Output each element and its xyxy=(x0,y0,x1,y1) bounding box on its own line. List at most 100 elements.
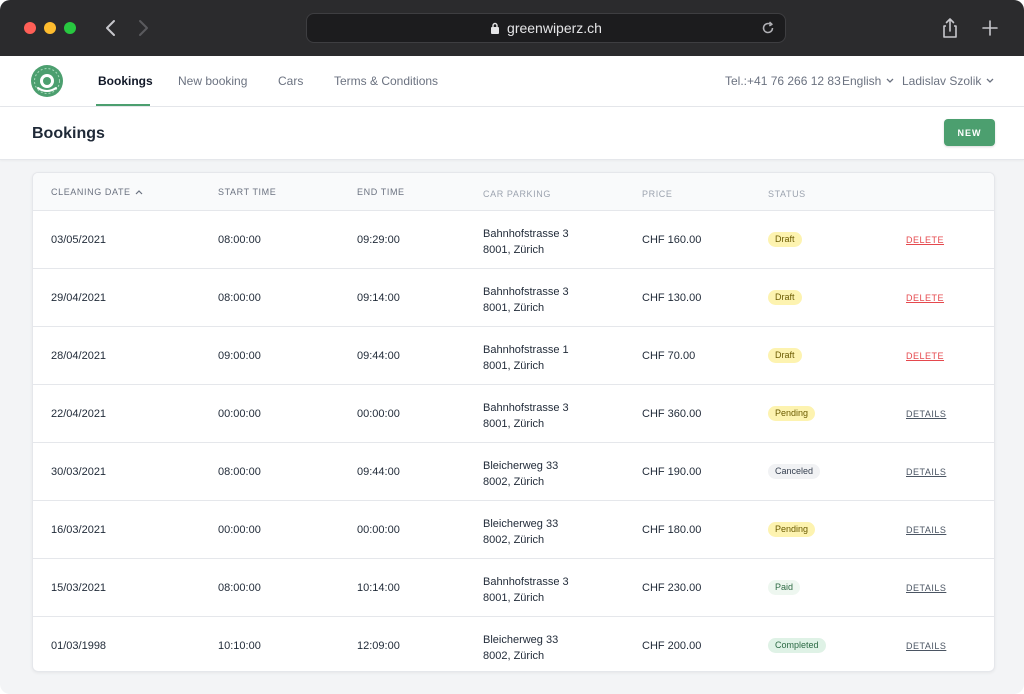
column-header-start-time[interactable]: START TIME xyxy=(218,187,276,197)
cell-cleaning-date: 15/03/2021 xyxy=(51,582,107,594)
plus-icon[interactable] xyxy=(978,16,1002,40)
address-street: Bahnhofstrasse 3 xyxy=(483,228,569,240)
table-row: 22/04/2021 00:00:00 00:00:00 Bahnhofstra… xyxy=(33,385,994,443)
table-row: 16/03/2021 00:00:00 00:00:00 Bleicherweg… xyxy=(33,501,994,559)
cell-price: CHF 360.00 xyxy=(642,408,702,420)
cell-start-time: 10:10:00 xyxy=(218,640,261,652)
table-row: 15/03/2021 08:00:00 10:14:00 Bahnhofstra… xyxy=(33,559,994,617)
cell-end-time: 10:14:00 xyxy=(357,582,400,594)
reload-icon[interactable] xyxy=(760,20,776,39)
status-badge: Paid xyxy=(768,580,801,595)
column-header-status: STATUS xyxy=(768,189,806,199)
nav-bookings-link[interactable]: Bookings xyxy=(98,74,153,88)
cell-price: CHF 70.00 xyxy=(642,350,696,362)
nav-new-booking-link[interactable]: New booking xyxy=(178,74,247,88)
status-badge: Pending xyxy=(768,406,816,421)
cell-end-time: 00:00:00 xyxy=(357,524,400,536)
cell-cleaning-date: 16/03/2021 xyxy=(51,524,107,536)
address-street: Bahnhofstrasse 3 xyxy=(483,402,569,414)
status-badge: Draft xyxy=(768,348,802,363)
details-link[interactable]: DETAILS xyxy=(906,409,946,419)
back-icon[interactable] xyxy=(100,16,122,40)
nav-cars-link[interactable]: Cars xyxy=(278,74,303,88)
address-city: 8001, Zürich xyxy=(483,302,545,314)
cell-start-time: 08:00:00 xyxy=(218,234,261,246)
address-text: greenwiperz.ch xyxy=(507,20,602,36)
cell-price: CHF 200.00 xyxy=(642,640,702,652)
cell-end-time: 09:44:00 xyxy=(357,466,400,478)
address-street: Bleicherweg 33 xyxy=(483,634,559,646)
status-badge: Pending xyxy=(768,522,816,537)
address-city: 8001, Zürich xyxy=(483,360,545,372)
cell-cleaning-date: 22/04/2021 xyxy=(51,408,107,420)
cell-car-parking: Bleicherweg 33 8002, Zürich xyxy=(483,516,558,548)
share-icon[interactable] xyxy=(938,16,962,40)
cell-end-time: 09:29:00 xyxy=(357,234,400,246)
forward-icon[interactable] xyxy=(132,16,154,40)
address-street: Bahnhofstrasse 3 xyxy=(483,576,569,588)
cell-end-time: 09:14:00 xyxy=(357,292,400,304)
column-header-car-parking: CAR PARKING xyxy=(483,189,551,199)
address-bar[interactable]: greenwiperz.ch xyxy=(306,13,786,43)
address-street: Bahnhofstrasse 3 xyxy=(483,286,569,298)
cell-cleaning-date: 28/04/2021 xyxy=(51,350,107,362)
table-header: CLEANING DATE START TIME END TIME CAR PA… xyxy=(33,173,994,211)
top-navigation: Bookings New booking Cars Terms & Condit… xyxy=(0,56,1024,107)
table-row: 28/04/2021 09:00:00 09:44:00 Bahnhofstra… xyxy=(33,327,994,385)
cell-cleaning-date: 03/05/2021 xyxy=(51,234,107,246)
cell-end-time: 09:44:00 xyxy=(357,350,400,362)
cell-car-parking: Bahnhofstrasse 3 8001, Zürich xyxy=(483,400,569,432)
nav-terms-link[interactable]: Terms & Conditions xyxy=(334,74,438,88)
cell-car-parking: Bleicherweg 33 8002, Zürich xyxy=(483,632,558,664)
cell-end-time: 12:09:00 xyxy=(357,640,400,652)
status-badge: Completed xyxy=(768,638,826,653)
cell-car-parking: Bahnhofstrasse 1 8001, Zürich xyxy=(483,342,569,374)
address-city: 8001, Zürich xyxy=(483,418,545,430)
new-booking-button[interactable]: NEW xyxy=(944,119,995,146)
cell-price: CHF 180.00 xyxy=(642,524,702,536)
cell-car-parking: Bleicherweg 33 8002, Zürich xyxy=(483,458,558,490)
cell-price: CHF 130.00 xyxy=(642,292,702,304)
lock-icon xyxy=(490,22,500,34)
table-row: 03/05/2021 08:00:00 09:29:00 Bahnhofstra… xyxy=(33,211,994,269)
cell-cleaning-date: 01/03/1998 xyxy=(51,640,107,652)
table-row: 30/03/2021 08:00:00 09:44:00 Bleicherweg… xyxy=(33,443,994,501)
address-city: 8002, Zürich xyxy=(483,476,545,488)
browser-toolbar: greenwiperz.ch xyxy=(0,0,1024,56)
logo-icon[interactable] xyxy=(30,64,64,98)
cell-car-parking: Bahnhofstrasse 3 8001, Zürich xyxy=(483,574,569,606)
delete-link[interactable]: DELETE xyxy=(906,351,944,361)
page-title: Bookings xyxy=(32,125,105,142)
minimize-window-button[interactable] xyxy=(44,22,56,34)
status-badge: Draft xyxy=(768,232,802,247)
address-city: 8001, Zürich xyxy=(483,244,545,256)
details-link[interactable]: DETAILS xyxy=(906,583,946,593)
column-header-cleaning-date[interactable]: CLEANING DATE xyxy=(51,187,143,197)
active-tab-indicator xyxy=(96,104,150,106)
table-row: 29/04/2021 08:00:00 09:14:00 Bahnhofstra… xyxy=(33,269,994,327)
chevron-down-icon xyxy=(986,78,994,83)
address-city: 8002, Zürich xyxy=(483,534,545,546)
delete-link[interactable]: DELETE xyxy=(906,235,944,245)
delete-link[interactable]: DELETE xyxy=(906,293,944,303)
zoom-window-button[interactable] xyxy=(64,22,76,34)
close-window-button[interactable] xyxy=(24,22,36,34)
cell-start-time: 08:00:00 xyxy=(218,292,261,304)
column-header-end-time[interactable]: END TIME xyxy=(357,187,405,197)
cell-price: CHF 230.00 xyxy=(642,582,702,594)
sort-asc-icon xyxy=(135,190,143,195)
cell-cleaning-date: 29/04/2021 xyxy=(51,292,107,304)
details-link[interactable]: DETAILS xyxy=(906,641,946,651)
bookings-table: CLEANING DATE START TIME END TIME CAR PA… xyxy=(32,172,995,672)
cell-start-time: 00:00:00 xyxy=(218,408,261,420)
cell-price: CHF 160.00 xyxy=(642,234,702,246)
user-name: Ladislav Szolik xyxy=(902,74,982,88)
details-link[interactable]: DETAILS xyxy=(906,525,946,535)
details-link[interactable]: DETAILS xyxy=(906,467,946,477)
language-dropdown[interactable]: English xyxy=(842,74,894,88)
user-menu-dropdown[interactable]: Ladislav Szolik xyxy=(902,74,994,88)
language-label: English xyxy=(842,74,882,88)
column-header-price: PRICE xyxy=(642,189,673,199)
status-badge: Draft xyxy=(768,290,802,305)
phone-number[interactable]: Tel.:+41 76 266 12 83 xyxy=(725,74,841,88)
